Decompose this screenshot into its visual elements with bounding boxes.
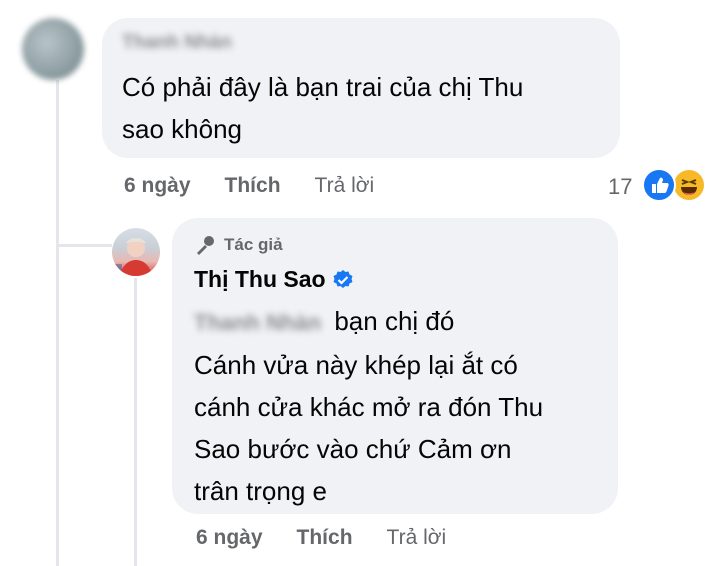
reaction-summary[interactable]: 17 (608, 168, 710, 206)
like-icon (642, 168, 676, 202)
reply-bubble: Tác giả Thị Thu Sao Thanh Nhàn bạn chị đ… (172, 218, 618, 514)
reply-time[interactable]: 6 ngày (196, 526, 263, 550)
reply-text-line-1-text: bạn chị đó (334, 306, 455, 336)
microphone-icon (197, 236, 214, 255)
reply-author-name[interactable]: Thị Thu Sao (194, 266, 326, 293)
reaction-count: 17 (608, 174, 633, 199)
comment-text-line-1: Có phải đây là bạn trai của chị Thu (122, 72, 524, 102)
mention-tag[interactable]: Thanh Nhàn (194, 310, 321, 335)
comment-text: Có phải đây là bạn trai của chị Thu sao … (122, 66, 612, 150)
verified-badge-icon (333, 269, 353, 288)
reply-author-avatar[interactable] (112, 228, 160, 276)
author-badge: Tác giả (194, 234, 283, 256)
reply-reply-button[interactable]: Trả lời (387, 526, 447, 550)
comment-author-name[interactable]: Thanh Nhàn (122, 32, 232, 54)
reply-text-line-3: cánh cửa khác mở ra đón Thu (194, 392, 544, 422)
reply-text: Thanh Nhàn bạn chị đó Cánh vửa này khép … (194, 300, 614, 512)
thread-line-main (56, 80, 59, 566)
like-button[interactable]: Thích (225, 174, 281, 198)
comment-actions: 6 ngày Thích Trả lời (124, 174, 408, 198)
commenter-avatar[interactable] (22, 18, 84, 80)
thread-line-branch (56, 244, 112, 247)
comment-time[interactable]: 6 ngày (124, 174, 191, 198)
comment-bubble: Thanh Nhàn Có phải đây là bạn trai của c… (102, 18, 620, 158)
reply-text-line-1: Thanh Nhàn bạn chị đó (194, 300, 614, 344)
reply-actions: 6 ngày Thích Trả lời (196, 526, 480, 550)
reply-text-line-5: trân trọng e (194, 476, 327, 506)
reply-text-line-4: Sao bước vào chứ Cảm ơn (194, 434, 512, 464)
haha-icon (672, 168, 706, 202)
reply-like-button[interactable]: Thích (297, 526, 353, 550)
reply-button[interactable]: Trả lời (315, 174, 375, 198)
thread-line-reply (134, 278, 137, 566)
reply-text-line-2: Cánh vửa này khép lại ắt có (194, 350, 518, 380)
author-badge-label: Tác giả (224, 235, 283, 254)
comment-text-line-2: sao không (122, 114, 242, 144)
reply-author-row: Thị Thu Sao (194, 266, 354, 293)
